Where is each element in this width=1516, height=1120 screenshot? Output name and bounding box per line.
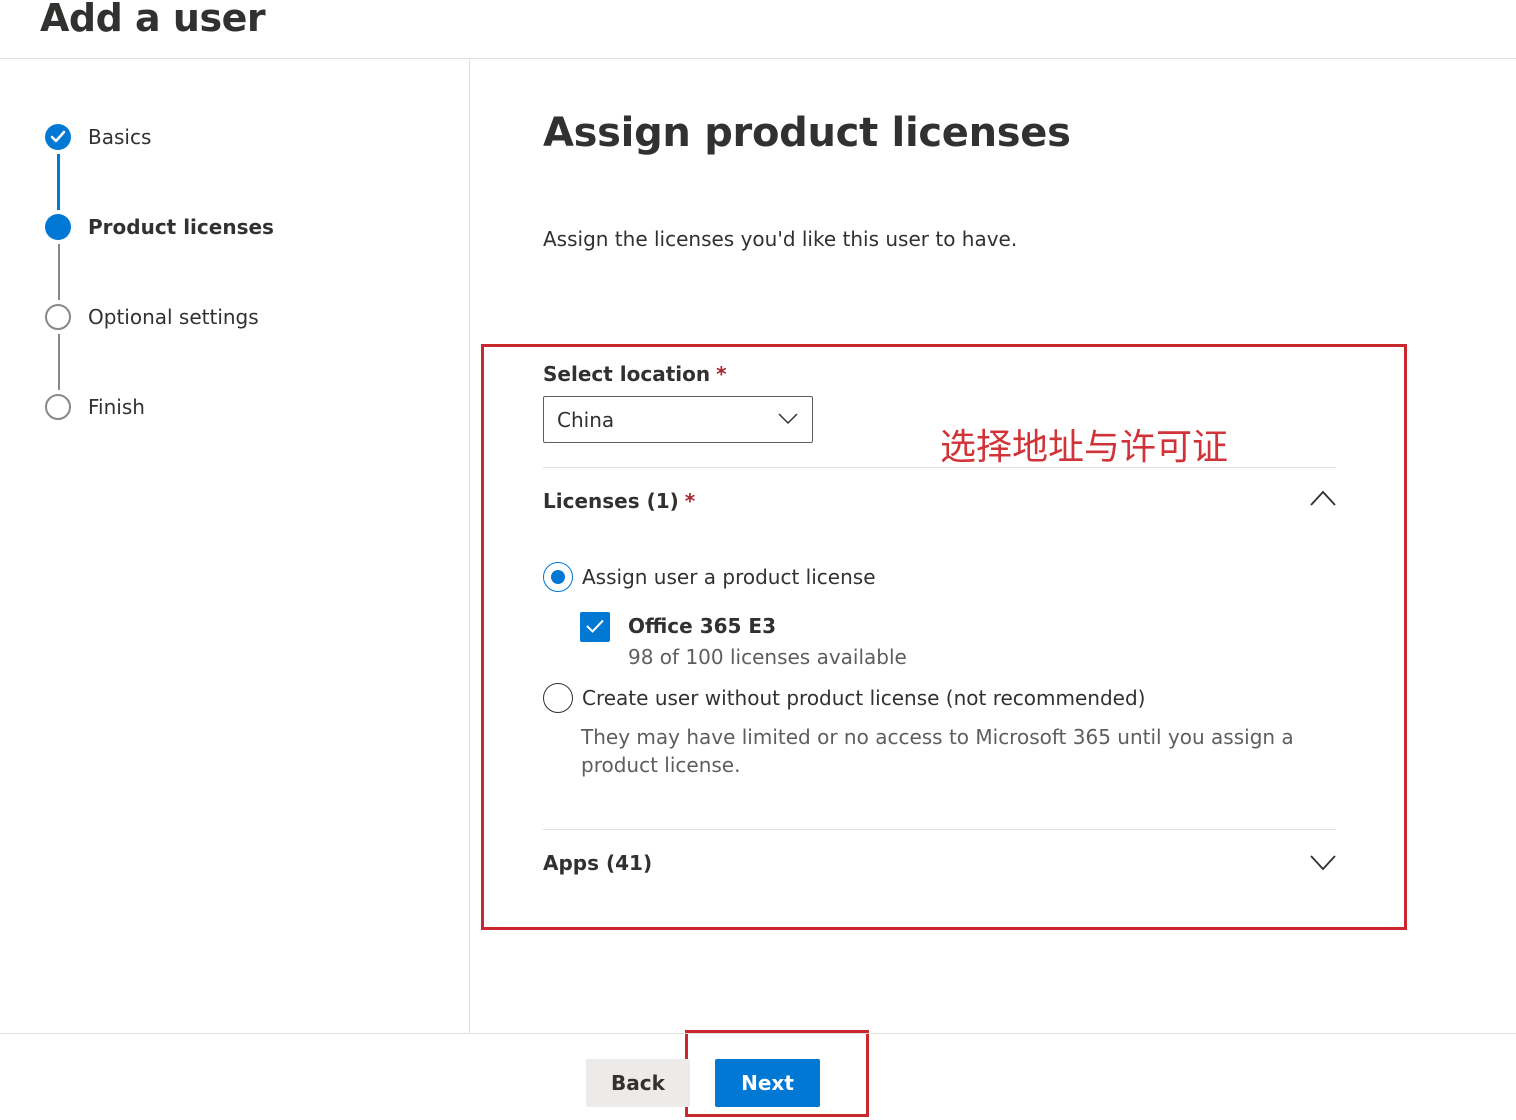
required-mark: * [684, 489, 696, 513]
radio-selected-dot [551, 570, 565, 584]
section-description: Assign the licenses you'd like this user… [543, 227, 1018, 251]
step-label: Product licenses [88, 215, 274, 239]
wizard-stepper: Basics Product licenses Optional setting… [0, 59, 470, 1033]
step-connector [58, 244, 60, 300]
back-button[interactable]: Back [586, 1059, 690, 1107]
divider [543, 829, 1336, 830]
no-license-note: They may have limited or no access to Mi… [581, 725, 1294, 777]
checkmark-icon [586, 619, 604, 633]
current-step-icon [45, 214, 71, 240]
assign-license-radio[interactable] [543, 562, 573, 592]
check-icon [45, 124, 71, 150]
annotation-text: 选择地址与许可证 [940, 427, 1229, 468]
step-connector [58, 334, 60, 390]
page-header: Add a user [0, 0, 1516, 59]
location-value: China [557, 408, 615, 432]
license-availability: 98 of 100 licenses available [628, 645, 907, 669]
step-label: Basics [88, 125, 152, 149]
location-dropdown[interactable]: China [543, 396, 813, 443]
step-connector [57, 154, 60, 210]
chevron-up-icon[interactable] [1310, 490, 1336, 506]
next-button[interactable]: Next [715, 1059, 820, 1107]
no-license-radio[interactable] [543, 683, 573, 713]
section-title: Assign product licenses [543, 110, 1071, 156]
pending-step-icon [45, 304, 71, 330]
no-license-label: Create user without product license (not… [582, 686, 1146, 710]
chevron-down-icon [778, 413, 798, 425]
step-label: Optional settings [88, 305, 259, 329]
assign-license-label: Assign user a product license [582, 565, 876, 589]
pending-step-icon [45, 394, 71, 420]
required-mark: * [716, 362, 727, 386]
location-label: Select location * [543, 362, 727, 386]
license-name: Office 365 E3 [628, 614, 776, 638]
licenses-header[interactable]: Licenses (1) * [543, 489, 695, 513]
chevron-down-icon[interactable] [1310, 855, 1336, 871]
apps-header[interactable]: Apps (41) [543, 851, 652, 875]
divider [543, 467, 1336, 468]
office365-e3-checkbox[interactable] [580, 612, 610, 642]
page-title: Add a user [40, 0, 266, 40]
step-label: Finish [88, 395, 145, 419]
